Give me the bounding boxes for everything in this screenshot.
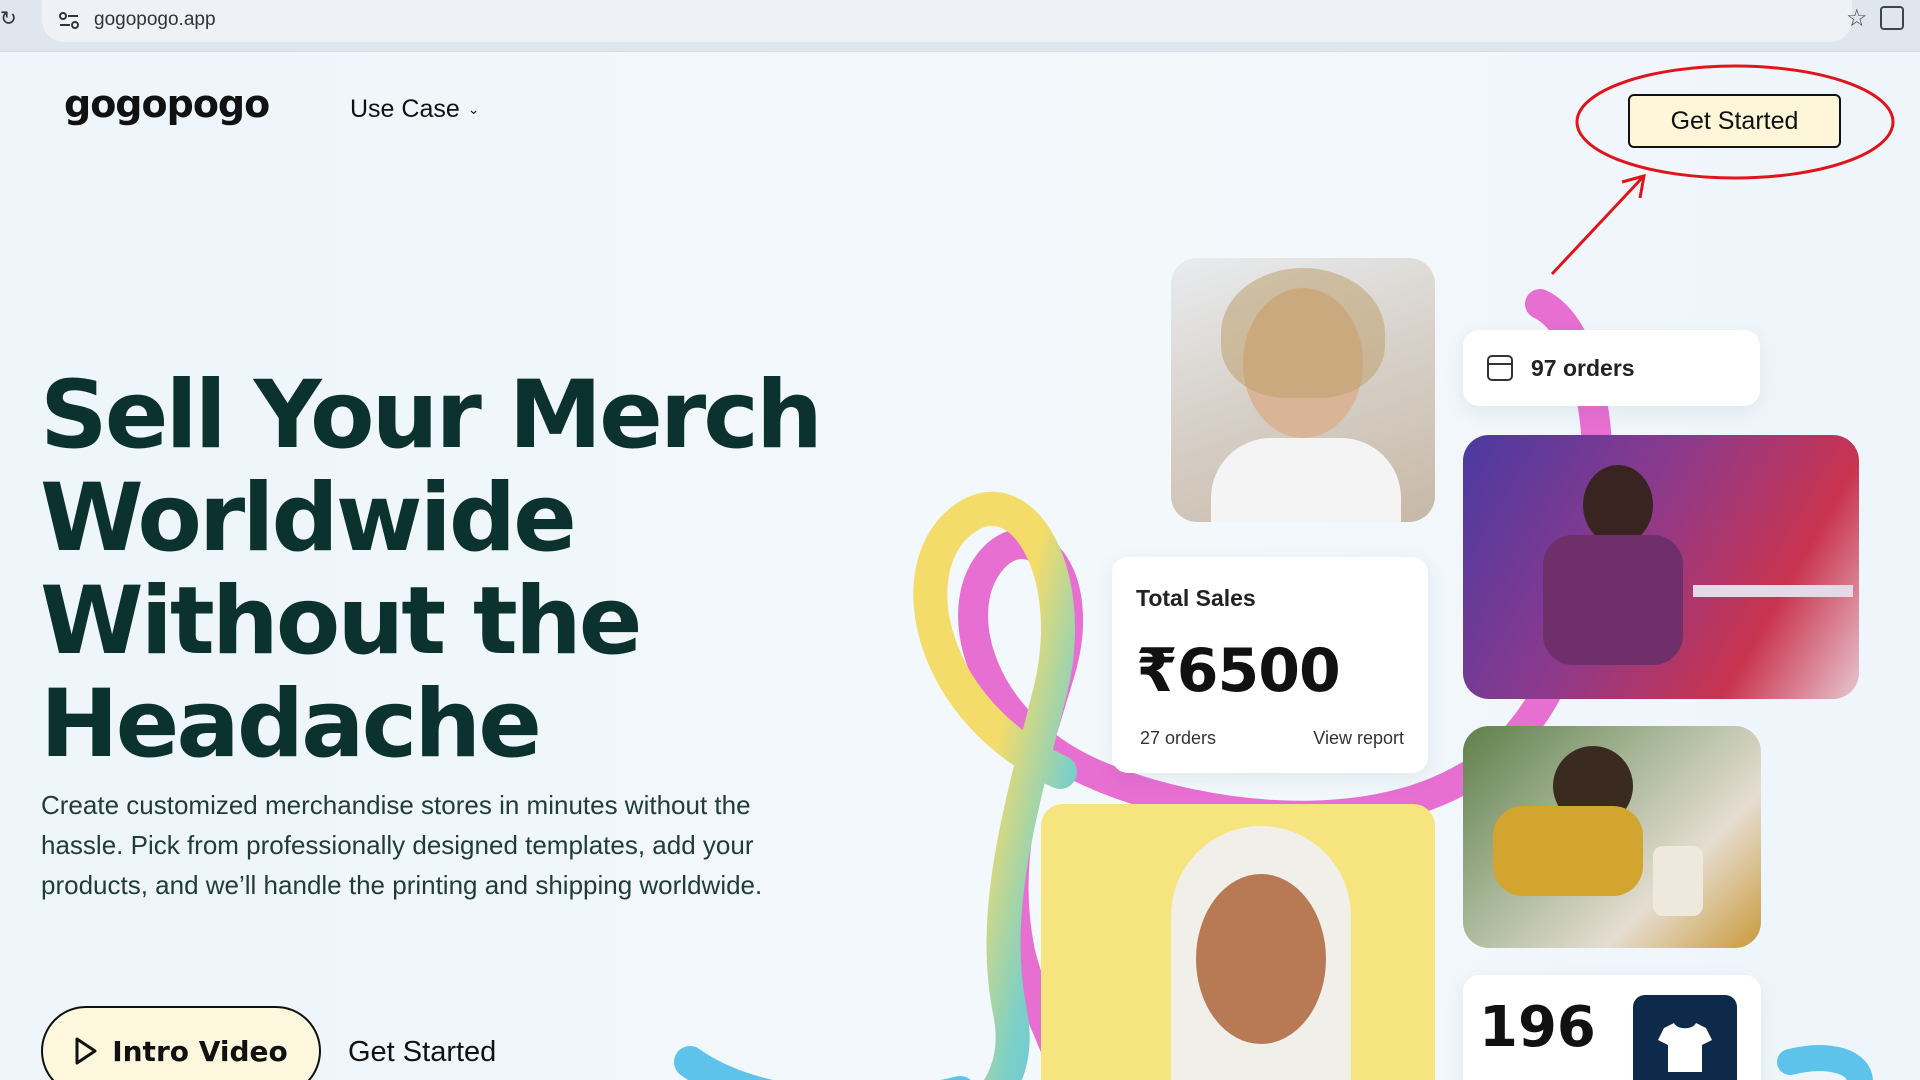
photo-woman-waving — [1171, 258, 1435, 522]
view-report-link[interactable]: View report — [1313, 728, 1404, 749]
hero-description: Create customized merchandise stores in … — [41, 790, 763, 900]
intro-video-button[interactable]: Intro Video — [41, 1006, 321, 1080]
reload-icon[interactable]: ↻ — [0, 6, 17, 34]
tshirt-icon — [1633, 995, 1737, 1080]
nav-use-case-label: Use Case — [350, 95, 460, 123]
total-sales-card: Total Sales ₹6500 27 orders View report — [1112, 557, 1428, 773]
photo-musician — [1463, 435, 1859, 699]
get-started-button[interactable]: Get Started — [1628, 94, 1841, 148]
photo-potter — [1463, 726, 1761, 948]
address-bar[interactable]: gogopogo.app ☆ — [42, 0, 1868, 42]
extensions-icon[interactable] — [1880, 6, 1904, 30]
hero-title-line: Headache — [40, 670, 542, 779]
chevron-down-icon: ⌄ — [467, 101, 480, 117]
hero-title-line: Worldwide — [40, 464, 577, 573]
page: gogopogo Use Case ⌄ Get Started Sell You… — [0, 52, 1920, 1080]
intro-video-label: Intro Video — [112, 1034, 288, 1068]
get-started-link[interactable]: Get Started — [348, 1036, 496, 1069]
logo[interactable]: gogopogo — [64, 82, 270, 126]
hero-title-line: Without the — [40, 567, 643, 676]
site-info-icon[interactable] — [58, 10, 80, 32]
browser-toolbar: ↻ gogopogo.app ☆ — [0, 0, 1920, 52]
total-sales-label: Total Sales — [1136, 585, 1256, 611]
orders-count: 97 orders — [1531, 354, 1635, 381]
total-sales-orders: 27 orders — [1140, 728, 1217, 748]
orders-card: 97 orders — [1463, 330, 1760, 406]
play-icon — [75, 1037, 97, 1065]
star-icon[interactable]: ☆ — [1846, 4, 1868, 33]
calendar-icon — [1487, 355, 1513, 381]
nav-use-case[interactable]: Use Case ⌄ — [350, 95, 480, 124]
url-text[interactable]: gogopogo.app — [94, 9, 216, 31]
hero-title-line: Sell Your Merch — [40, 361, 823, 470]
total-sales-amount: ₹6500 — [1136, 636, 1341, 706]
hero-title: Sell Your Merch Worldwide Without the He… — [40, 364, 900, 776]
photo-woman-hijab — [1041, 804, 1435, 1080]
products-count-card: 196 — [1463, 975, 1761, 1080]
